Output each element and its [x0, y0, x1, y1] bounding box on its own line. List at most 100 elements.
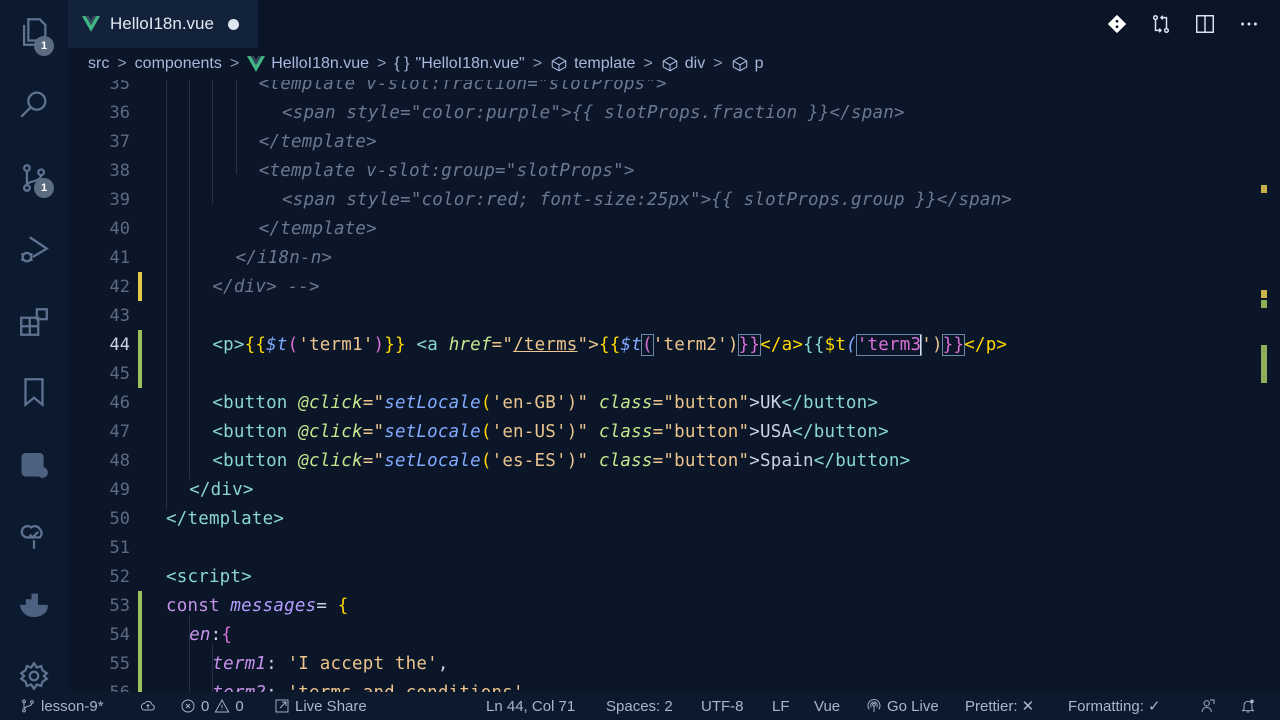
unsaved-indicator-icon[interactable]	[227, 18, 239, 30]
code-line[interactable]: 50 </template>	[68, 504, 1268, 533]
breadcrumb-div[interactable]: div	[685, 55, 705, 73]
added-gutter-marker[interactable]	[138, 591, 142, 620]
added-gutter-marker[interactable]	[138, 359, 142, 388]
language-selector[interactable]: Vue	[814, 692, 840, 720]
extensions-button[interactable]	[14, 302, 54, 342]
branch-indicator[interactable]: lesson-9*	[20, 692, 104, 720]
code-token: class	[598, 421, 653, 442]
code-line[interactable]: 35 <template v-slot:fraction="slotProps">	[68, 80, 1268, 98]
code-token: click	[309, 421, 363, 442]
settings-button[interactable]	[14, 656, 54, 696]
code-line[interactable]: 47 <button @click="setLocale('en-US')" cl…	[68, 417, 1268, 446]
code-line[interactable]: 55 term1: 'I accept the',	[68, 649, 1268, 678]
notifications-button[interactable]	[1240, 692, 1256, 720]
prettier-status[interactable]: Prettier: ✕	[965, 692, 1034, 720]
code-line[interactable]: 42 </div> -->	[68, 272, 1268, 301]
added-gutter-marker[interactable]	[138, 678, 142, 692]
run-debug-button[interactable]	[14, 230, 54, 270]
modified-gutter-marker[interactable]	[138, 272, 142, 301]
added-gutter-marker[interactable]	[138, 330, 142, 359]
code-token: =	[316, 595, 338, 616]
remote-explorer-button[interactable]	[14, 444, 54, 484]
code-line[interactable]: 53 const messages= {	[68, 591, 1268, 620]
breadcrumb-src[interactable]: src	[88, 55, 109, 73]
docker-button[interactable]	[14, 586, 54, 626]
code-token: ,	[437, 653, 449, 674]
docker-icon	[19, 593, 48, 618]
breadcrumb-template[interactable]: template	[574, 55, 635, 73]
code-token: </div>	[189, 479, 254, 500]
bookmarks-button[interactable]	[14, 372, 54, 412]
run-debug-icon	[21, 236, 49, 263]
code-line[interactable]: 54 en:{	[68, 620, 1268, 649]
search-button[interactable]	[14, 84, 54, 124]
breadcrumb-module[interactable]: "HelloI18n.vue"	[416, 55, 525, 73]
warning-icon	[214, 699, 230, 713]
cursor-position[interactable]: Ln 44, Col 71	[486, 692, 575, 720]
more-actions-icon[interactable]	[1238, 13, 1260, 35]
line-number: 48	[109, 450, 130, 471]
line-number: 43	[109, 305, 130, 326]
breadcrumb-separator: >	[532, 55, 543, 72]
indent-guide	[189, 615, 191, 692]
code-line[interactable]: 45	[68, 359, 1268, 388]
code-token: href	[448, 334, 492, 355]
broadcast-icon	[867, 699, 881, 712]
code-token: ="	[362, 392, 385, 413]
line-number: 41	[109, 247, 130, 268]
feedback-button[interactable]	[1200, 692, 1216, 720]
line-number: 46	[109, 392, 130, 413]
sync-button[interactable]	[140, 692, 156, 720]
source-control-button[interactable]: 1	[14, 158, 54, 198]
remote-explorer-icon	[21, 452, 48, 478]
tree-button[interactable]	[14, 516, 54, 556]
code-line[interactable]: 36 <span style="color:purple">{{ slotProp…	[68, 98, 1268, 127]
indent-guide	[235, 80, 237, 174]
code-token: ,	[524, 683, 535, 693]
code-line[interactable]: 56 term2: 'terms and conditions',	[68, 678, 1268, 692]
code-line[interactable]: 39 <span style="color:red; font-size:25px…	[68, 185, 1268, 214]
code-editor[interactable]: 35 <template v-slot:fraction="slotProps">…	[68, 80, 1280, 692]
eol-selector[interactable]: LF	[772, 692, 790, 720]
split-editor-icon[interactable]	[1194, 13, 1216, 35]
code-line[interactable]: 48 <button @click="setLocale('es-ES')" cl…	[68, 446, 1268, 475]
code-line[interactable]: 49 </div>	[68, 475, 1268, 504]
line-number: 54	[109, 624, 130, 645]
code-text: <span style="color:purple">{{ slotProps.…	[282, 103, 905, 123]
overview-ruler[interactable]	[1260, 80, 1268, 692]
live-share-button[interactable]: Live Share	[274, 692, 367, 720]
added-gutter-marker[interactable]	[138, 620, 142, 649]
code-line[interactable]: 38 <template v-slot:group="slotProps">	[68, 156, 1268, 185]
modified-marker	[1261, 290, 1267, 298]
code-line[interactable]: 46 <button @click="setLocale('en-GB')" cl…	[68, 388, 1268, 417]
code-token: }}	[737, 333, 762, 356]
code-token: (	[846, 334, 857, 355]
formatting-status[interactable]: Formatting: ✓	[1068, 692, 1161, 720]
breadcrumb-file[interactable]: HelloI18n.vue	[271, 55, 369, 73]
encoding-selector[interactable]: UTF-8	[701, 692, 744, 720]
code-token: )	[931, 334, 943, 355]
breadcrumb-p[interactable]: p	[755, 55, 764, 73]
code-token: <template v-slot:fraction="slotProps">	[258, 80, 667, 94]
tab-hello-i18n[interactable]: HelloI18n.vue	[68, 0, 258, 48]
indentation-selector[interactable]: Spaces: 2	[606, 692, 673, 720]
code-line[interactable]: 41 </i18n-n>	[68, 243, 1268, 272]
code-token: <button	[212, 450, 299, 471]
code-token: ">	[577, 334, 600, 355]
code-token: const	[166, 595, 231, 616]
code-text: <span style="color:red; font-size:25px">…	[282, 190, 1012, 210]
problems-indicator[interactable]: 0 0	[180, 692, 244, 720]
explorer-button[interactable]: 1	[14, 12, 54, 56]
code-line[interactable]: 44 <p>{{$t('term1')}} <a href="/terms">{{…	[68, 330, 1268, 359]
go-live-button[interactable]: Go Live	[866, 692, 939, 720]
code-line[interactable]: 40 </template>	[68, 214, 1268, 243]
breadcrumb-separator: >	[117, 55, 127, 72]
git-graph-icon[interactable]	[1106, 13, 1128, 35]
added-gutter-marker[interactable]	[138, 649, 142, 678]
code-line[interactable]: 43	[68, 301, 1268, 330]
compare-changes-icon[interactable]	[1150, 13, 1172, 35]
code-line[interactable]: 52 <script>	[68, 562, 1268, 591]
breadcrumb-components[interactable]: components	[135, 55, 222, 73]
code-line[interactable]: 51	[68, 533, 1268, 562]
code-line[interactable]: 37 </template>	[68, 127, 1268, 156]
